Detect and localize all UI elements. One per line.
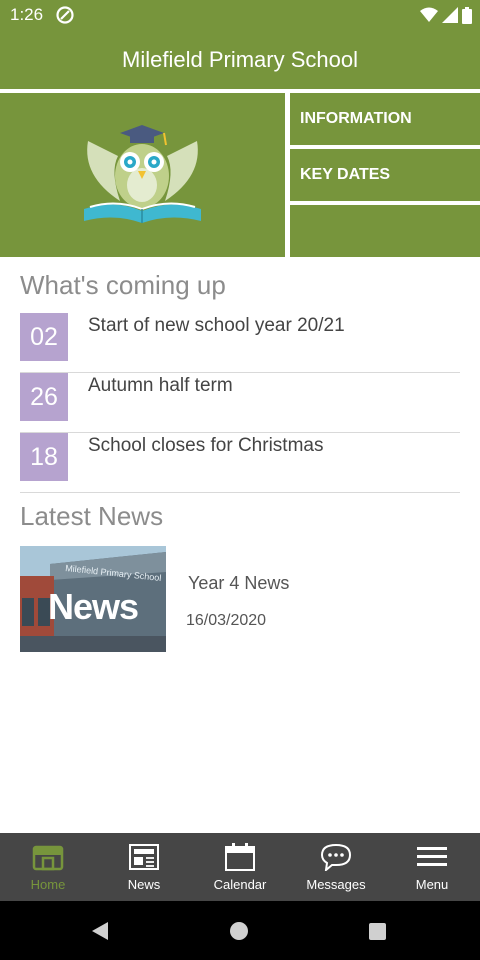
system-icons xyxy=(420,6,472,24)
nav-messages[interactable]: Messages xyxy=(288,833,384,901)
event-date-badge: 18 xyxy=(20,433,68,481)
key-dates-tile-label: KEY DATES xyxy=(300,166,391,183)
messages-icon xyxy=(320,843,352,871)
event-title: Autumn half term xyxy=(88,375,233,396)
calendar-icon xyxy=(225,843,255,871)
system-nav-bar xyxy=(0,901,480,960)
home-button-icon[interactable] xyxy=(230,922,248,940)
news-date: 16/03/2020 xyxy=(186,612,267,629)
news-icon xyxy=(129,844,159,870)
news-thumbnail: Milefield Primary School News xyxy=(20,546,166,652)
event-date-badge: 26 xyxy=(20,373,68,421)
back-icon[interactable] xyxy=(90,921,110,941)
app-bar: Milefield Primary School xyxy=(0,30,480,89)
bottom-nav: Home News Calendar Messages Menu xyxy=(0,833,480,901)
menu-icon xyxy=(417,847,447,866)
news-item[interactable]: Milefield Primary School News Year 4 New… xyxy=(20,546,460,652)
news-thumbnail-word: News xyxy=(48,586,139,627)
nav-news-label: News xyxy=(127,877,161,892)
do-not-disturb-icon xyxy=(56,6,74,24)
information-tile[interactable]: INFORMATION xyxy=(290,93,480,145)
nav-home-label: Home xyxy=(30,877,66,892)
latest-news-heading: Latest News xyxy=(20,501,164,531)
nav-news[interactable]: News xyxy=(96,833,192,901)
app-title: Milefield Primary School xyxy=(122,47,358,72)
event-row[interactable]: 18 School closes for Christmas xyxy=(20,433,460,493)
status-time: 1:26 xyxy=(10,5,44,24)
battery-icon xyxy=(462,6,472,24)
news-title: Year 4 News xyxy=(188,573,290,593)
key-dates-tile[interactable]: KEY DATES xyxy=(290,149,480,201)
empty-tile[interactable] xyxy=(290,205,480,257)
nav-calendar-label: Calendar xyxy=(213,877,267,892)
nav-menu[interactable]: Menu xyxy=(384,833,480,901)
owl-logo-icon xyxy=(84,125,201,223)
school-logo-tile xyxy=(0,93,285,257)
signal-icon xyxy=(442,7,458,23)
nav-calendar[interactable]: Calendar xyxy=(192,833,288,901)
nav-home[interactable]: Home xyxy=(0,833,96,901)
event-row[interactable]: 02 Start of new school year 20/21 xyxy=(20,313,460,373)
event-row[interactable]: 26 Autumn half term xyxy=(20,373,460,433)
event-date-badge: 02 xyxy=(20,313,68,361)
hero-tiles: INFORMATION KEY DATES xyxy=(0,89,480,259)
event-title: School closes for Christmas xyxy=(88,435,324,456)
event-title: Start of new school year 20/21 xyxy=(88,315,345,336)
recents-icon[interactable] xyxy=(369,923,386,940)
information-tile-label: INFORMATION xyxy=(300,110,412,127)
status-bar: 1:26 xyxy=(0,0,480,30)
wifi-icon xyxy=(420,7,438,22)
nav-menu-label: Menu xyxy=(415,877,449,892)
upcoming-heading: What's coming up xyxy=(20,270,226,300)
home-icon xyxy=(32,845,64,871)
nav-messages-label: Messages xyxy=(306,877,366,892)
